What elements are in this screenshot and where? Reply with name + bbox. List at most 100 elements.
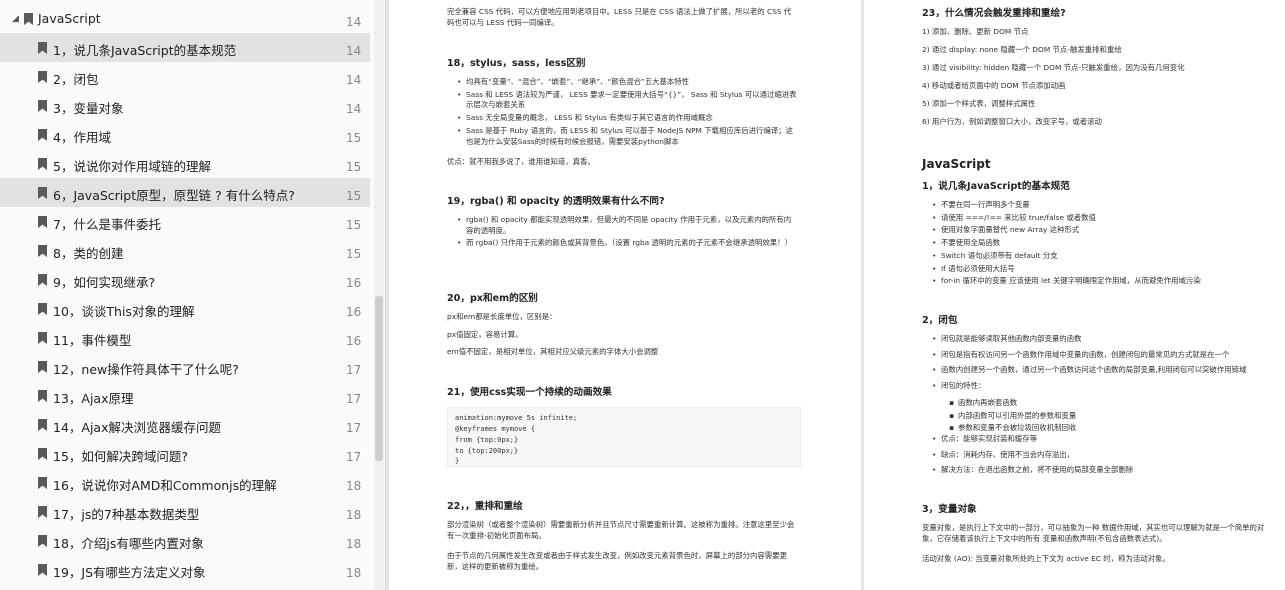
list-item: 5) 添加一个样式表，调整样式属性 [922,99,1036,109]
bookmark-icon [38,506,47,518]
javascript-chapter-heading: JavaScript [922,157,991,171]
toc-page-number: 15 [346,131,362,145]
toc-item-label: 11，事件模型 [53,333,132,348]
toc-item-label: 14，Ajax解决浏览器缓存问题 [53,420,221,435]
text-line: 完全兼容 CSS 代码，可以方便地应用到老项目中。LESS 只是在 CSS 语法… [447,7,792,16]
toc-item[interactable]: 5，说说你对作用域链的理解 15 [0,149,370,178]
toc-item[interactable]: 12，new操作符具体干了什么呢? 17 [0,352,370,381]
list-item: 而 rgba() 只作用于元素的颜色或其背景色。（设置 rgba 透明的元素的子… [457,238,798,249]
toc-page-number: 15 [346,247,362,261]
section-23-list: 1) 添加、删除、更新 DOM 节点 2) 通过 display: none 隐藏… [922,27,1272,135]
section-22-heading: 22，，重排和重绘 [447,501,523,512]
toc-page-number: 18 [346,566,362,580]
toc-item-label: 5，说说你对作用域链的理解 [53,159,211,174]
bookmark-icon [38,71,47,83]
toc-root-item[interactable]: ◢ JavaScript 14 [0,4,370,33]
js-1-list: 不要在同一行声明多个变量请使用 ===/!== 来比较 true/false 或… [932,200,1281,289]
toc-item[interactable]: 17，js的7种基本数据类型 18 [0,497,370,526]
toc-item[interactable]: 13，Ajax原理 17 [0,381,370,410]
sublist-item: 参数和变量不会被垃圾回收机制回收 [949,423,1278,434]
bookmark-icon [38,332,47,344]
section-19-list: rgba() 和 opacity 都能实现透明效果，但最大的不同是 opacit… [457,215,798,251]
section-20-heading: 20，px和em的区别 [447,293,538,304]
toc-item[interactable]: 19，JS有哪些方法定义对象 18 [0,555,370,584]
list-item: 6) 用户行为，例如调整窗口大小，改变字号，或者滚动 [922,117,1102,127]
toc-page-number: 15 [346,218,362,232]
toc-item[interactable]: 9，如何实现继承? 16 [0,265,370,294]
list-item: Sass 无全局变量的概念， LESS 和 Stylus 有类似于其它语言的作用… [457,113,798,124]
list-item: 2) 通过 display: none 隐藏一个 DOM 节点-触发重排和重绘 [922,45,1122,55]
bookmark-icon [38,390,47,402]
bookmark-icon [38,187,47,199]
list-item: rgba() 和 opacity 都能实现透明效果，但最大的不同是 opacit… [457,215,798,236]
toc-page-number: 18 [346,508,362,522]
list-item: 闭包是指有权访问另一个函数作用域中变量的函数，创建闭包的最常见的方式就是在一个 [932,350,1285,361]
toc-item[interactable]: 14，Ajax解决浏览器缓存问题 17 [0,410,370,439]
bookmark-icon [38,274,47,286]
list-item: Sass 是基于 Ruby 语言的，而 LESS 和 Stylus 可以基于 N… [457,126,798,147]
toc-item[interactable]: 1，说几条JavaScript的基本规范 14 [0,33,370,62]
toc-item-label: 13，Ajax原理 [53,391,134,406]
toc-item[interactable]: 15，如何解决跨域问题? 17 [0,439,370,468]
toc-item[interactable]: 3，变量对象 14 [0,91,370,120]
list-item: 函数内创建另一个函数，通过另一个函数访问这个函数的局部变量,利用闭包可以突破作用… [932,365,1285,376]
toc-item[interactable]: 16，说说你对AMD和Commonjs的理解 18 [0,468,370,497]
toc-page-number: 14 [346,73,362,87]
sublist-item: 函数内再嵌套函数 [949,398,1278,409]
toc-page-number: 18 [346,537,362,551]
bookmark-icon [38,42,47,54]
document-page-left: 完全兼容 CSS 代码，可以方便地应用到老项目中。LESS 只是在 CSS 语法… [389,0,861,590]
toc-page-number: 18 [346,479,362,493]
bookmark-icon [38,158,47,170]
toc-page-number: 14 [346,15,362,29]
toc-item[interactable]: 10，谈谈This对象的理解 16 [0,294,370,323]
toc-item[interactable]: 4，作用域 15 [0,120,370,149]
section-21-heading: 21，使用css实现一个持续的动画效果 [447,387,612,398]
toc-item[interactable]: 8，类的创建 15 [0,236,370,265]
text-line: px值固定，容易计算。 [447,329,523,339]
toc-item-label: 18，介绍js有哪些内置对象 [53,536,204,551]
list-item: 3) 通过 visibility: hidden 隐藏一个 DOM 节点-只触发… [922,63,1185,73]
toc-item-label: 7，什么是事件委托 [53,217,161,232]
toc-item[interactable]: 2，闭包 14 [0,62,370,91]
toc-page-number: 16 [346,305,362,319]
bookmark-icon [24,13,33,25]
sidebar-scrollbar-track[interactable] [374,0,384,590]
sublist-item: 内部函数可以引用外层的参数和变量 [949,411,1278,422]
list-item: 使用对象字面量替代 new Array 这种形式 [932,225,1281,236]
toc-page-number: 14 [346,102,362,116]
toc-item-label: 12，new操作符具体干了什么呢? [53,362,239,377]
css-code-block: animation:mymove 5s infinite; @keyframes… [447,407,801,467]
toc-page-number: 17 [346,392,362,406]
list-item: 优点：能够实现封装和缓存等 [932,434,1281,445]
js-2-heading: 2，闭包 [922,315,958,326]
toc-item[interactable]: 18，介绍js有哪些内置对象 18 [0,526,370,555]
section-18-list: 均具有“变量”、“混合”、“嵌套”、“继承”、“颜色混合”五大基本特性 Sass … [457,77,798,149]
list-item: 不要使用全局函数 [932,238,1281,249]
toc-item-label: 15，如何解决跨域问题? [53,449,189,464]
toc-item[interactable]: 7，什么是事件委托 15 [0,207,370,236]
toc-item[interactable]: 6，JavaScript原型，原型链 ? 有什么特点? 15 [0,178,370,207]
text-line: em值不固定，是相对单位，其相对应父级元素的字体大小会调整 [447,347,659,357]
toc-sidebar: ◢ JavaScript 14 1，说几条JavaScript的基本规范 14 2，… [0,0,386,590]
toc-item-label: 8，类的创建 [53,246,124,261]
toc-page-number: 17 [346,450,362,464]
bookmark-icon [38,245,47,257]
js-2-list-continued: 优点：能够实现封装和缓存等缺点：消耗内存、使用不当会内存溢出， 解决方法：在退出函… [932,434,1281,481]
toc-item[interactable]: 11，事件模型 16 [0,323,370,352]
list-item: 闭包的特性： [932,381,1285,392]
bookmark-icon [38,129,47,141]
toc-item-label: 4，作用域 [53,130,111,145]
toc-item-label: 3，变量对象 [53,101,124,116]
list-item: 解决方法：在退出函数之前，将不使用的局部变量全部删除 [932,465,1281,476]
toc-page-number: 17 [346,363,362,377]
list-item: 1) 添加、删除、更新 DOM 节点 [922,27,1029,36]
toc-item-label: 17，js的7种基本数据类型 [53,507,200,522]
intro-paragraph: 完全兼容 CSS 代码，可以方便地应用到老项目中。LESS 只是在 CSS 语法… [447,7,807,28]
sidebar-scrollbar-thumb[interactable] [375,296,383,461]
toc-page-number: 14 [346,44,362,58]
collapse-arrow-icon[interactable]: ◢ [12,14,19,24]
toc-page-number: 17 [346,421,362,435]
js-3-para-1: 变量对象，是执行上下文中的一部分，可以抽象为一种 数据作用域，其实也可以理解为就… [922,523,1265,543]
list-item: Switch 语句必须带有 default 分支 [932,251,1281,262]
